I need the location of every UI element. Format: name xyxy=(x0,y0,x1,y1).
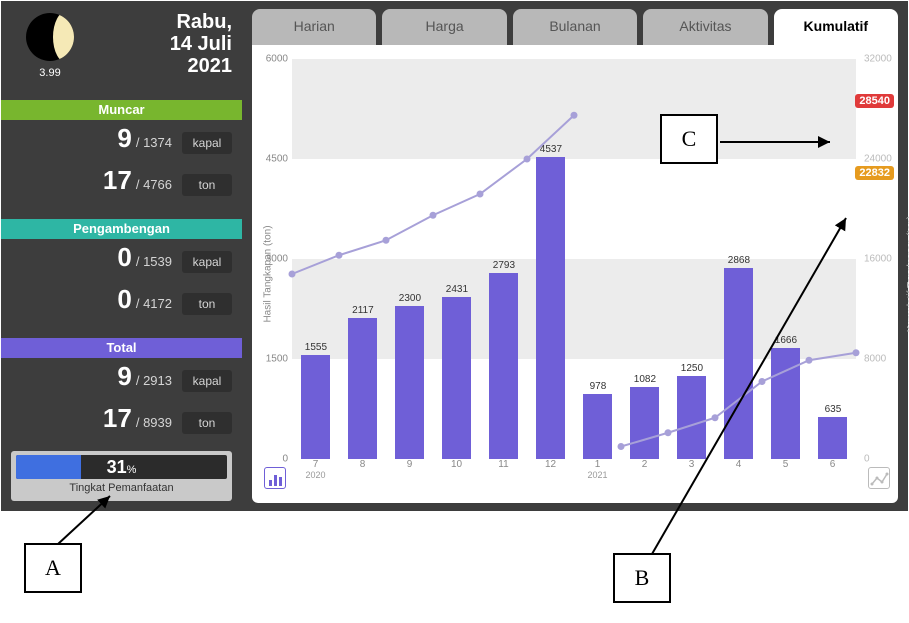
peng-ton-total: / 4172 xyxy=(136,296,172,311)
yl-tick: 0 xyxy=(260,454,288,465)
tab-kumulatif[interactable]: Kumulatif xyxy=(774,9,898,45)
moon-phase-icon xyxy=(26,13,74,61)
moon-widget: 3.99 xyxy=(15,13,85,79)
y-left-label: Hasil Tangkapan (ton) xyxy=(263,225,274,322)
total-ton-unit: ton xyxy=(182,412,232,434)
arrow-b xyxy=(648,214,868,558)
tab-bulanan[interactable]: Bulanan xyxy=(513,9,637,45)
tab-harian[interactable]: Harian xyxy=(252,9,376,45)
stats-total: 9 / 2913 kapal 17 / 8939 ton xyxy=(1,361,232,445)
x-tick: 8 xyxy=(348,459,378,470)
annotation-b: B xyxy=(613,553,671,603)
muncar-ton-unit: ton xyxy=(182,174,232,196)
utilization-bar: 31% xyxy=(16,455,227,479)
peng-kapal-unit: kapal xyxy=(182,251,232,273)
total-kapal-unit: kapal xyxy=(182,370,232,392)
tab-harga[interactable]: Harga xyxy=(382,9,506,45)
yr-tick: 16000 xyxy=(864,254,892,265)
arrow-a xyxy=(54,492,134,548)
yl-tick: 4500 xyxy=(260,154,288,165)
yr-tick: 8000 xyxy=(864,354,892,365)
peng-ton-unit: ton xyxy=(182,293,232,315)
tab-aktivitas[interactable]: Aktivitas xyxy=(643,9,767,45)
annotation-c: C xyxy=(660,114,718,164)
x-tick: 9 xyxy=(395,459,425,470)
muncar-kapal-total: / 1374 xyxy=(136,135,172,150)
date-year: 2021 xyxy=(170,55,232,77)
line-chart-icon[interactable] xyxy=(868,467,890,489)
moon-value: 3.99 xyxy=(15,67,85,79)
bar-chart-icon[interactable] xyxy=(264,467,286,489)
muncar-kapal-current: 9 xyxy=(117,123,131,154)
annotation-a: A xyxy=(24,543,82,593)
muncar-ton-total: / 4766 xyxy=(136,177,172,192)
total-kapal-current: 9 xyxy=(117,361,131,392)
total-ton-total: / 8939 xyxy=(136,415,172,430)
yl-tick: 1500 xyxy=(260,354,288,365)
section-header-pengambengan: Pengambengan xyxy=(1,219,242,239)
muncar-ton-current: 17 xyxy=(103,165,132,196)
section-header-total: Total xyxy=(1,338,242,358)
x-tick: 10 xyxy=(442,459,472,470)
total-ton-current: 17 xyxy=(103,403,132,434)
x-tick: 11 xyxy=(489,459,519,470)
stats-pengambengan: 0 / 1539 kapal 0 / 4172 ton xyxy=(1,242,232,326)
date-day-month: 14 Juli xyxy=(170,33,232,55)
marker-orange: 22832 xyxy=(855,166,894,180)
sidebar: 3.99 Rabu, 14 Juli 2021 Muncar 9 / 1374 … xyxy=(1,1,242,511)
utilization-pct: 31% xyxy=(16,455,227,479)
x-tick: 12 xyxy=(536,459,566,470)
marker-red: 28540 xyxy=(855,94,894,108)
peng-ton-current: 0 xyxy=(117,284,131,315)
date-block: Rabu, 14 Juli 2021 xyxy=(170,11,232,77)
yr-tick: 24000 xyxy=(864,154,892,165)
stats-muncar: 9 / 1374 kapal 17 / 4766 ton xyxy=(1,123,232,207)
muncar-kapal-unit: kapal xyxy=(182,132,232,154)
yr-tick: 0 xyxy=(864,454,892,465)
arrow-c xyxy=(718,132,838,152)
yr-tick: 32000 xyxy=(864,54,892,65)
tabs: HarianHargaBulananAktivitasKumulatif xyxy=(252,9,898,45)
section-header-muncar: Muncar xyxy=(1,100,242,120)
date-weekday: Rabu, xyxy=(170,11,232,33)
total-kapal-total: / 2913 xyxy=(136,373,172,388)
x-tick: 72020 xyxy=(301,459,331,480)
peng-kapal-total: / 1539 xyxy=(136,254,172,269)
x-tick: 12021 xyxy=(583,459,613,480)
yl-tick: 6000 xyxy=(260,54,288,65)
yl-tick: 3000 xyxy=(260,254,288,265)
peng-kapal-current: 0 xyxy=(117,242,131,273)
